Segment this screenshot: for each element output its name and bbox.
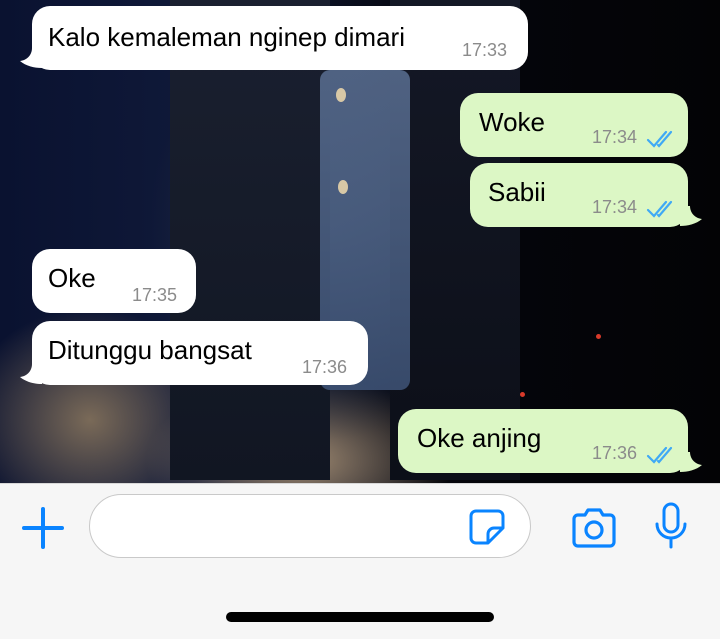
read-receipt-icon: [646, 446, 673, 464]
message-bubble-incoming[interactable]: Kalo kemaleman nginep dimari 17:33: [32, 6, 528, 70]
message-text: Oke anjing: [417, 423, 542, 453]
background-photo-detail: [338, 180, 348, 194]
message-bubble-outgoing[interactable]: Oke anjing 17:36: [398, 409, 688, 473]
read-receipt-icon: [646, 130, 673, 148]
background-photo-detail: [596, 334, 601, 339]
bubble-tail-outgoing: [680, 206, 702, 226]
message-bubble-incoming[interactable]: Ditunggu bangsat 17:36: [32, 321, 368, 385]
home-indicator[interactable]: [226, 612, 494, 622]
message-timestamp: 17:34: [592, 127, 638, 147]
message-bubble-outgoing[interactable]: Woke 17:34: [460, 93, 688, 157]
camera-icon[interactable]: [570, 508, 618, 548]
message-text: Oke: [48, 263, 96, 293]
plus-icon[interactable]: [21, 506, 65, 550]
message-input[interactable]: [89, 494, 531, 558]
bubble-tail-incoming: [20, 48, 42, 68]
message-timestamp: 17:36: [592, 443, 638, 463]
bubble-tail-outgoing: [680, 452, 702, 472]
read-receipt-icon: [646, 200, 673, 218]
message-text: Kalo kemaleman nginep dimari: [48, 22, 405, 52]
background-photo-detail: [336, 88, 346, 102]
message-timestamp: 17:33: [462, 40, 508, 60]
message-text: Woke: [479, 107, 545, 137]
message-text: Sabii: [488, 177, 546, 207]
microphone-icon[interactable]: [654, 502, 688, 550]
message-bubble-outgoing[interactable]: Sabii 17:34: [470, 163, 688, 227]
message-timestamp: 17:34: [592, 197, 638, 217]
message-text: Ditunggu bangsat: [48, 335, 252, 365]
message-bubble-incoming[interactable]: Oke 17:35: [32, 249, 196, 313]
sticker-icon[interactable]: [468, 508, 506, 546]
message-timestamp: 17:36: [302, 357, 348, 377]
message-timestamp: 17:35: [132, 285, 178, 305]
bubble-tail-incoming: [20, 364, 42, 384]
background-photo-detail: [520, 392, 525, 397]
background-photo-jacket-left: [170, 0, 330, 480]
